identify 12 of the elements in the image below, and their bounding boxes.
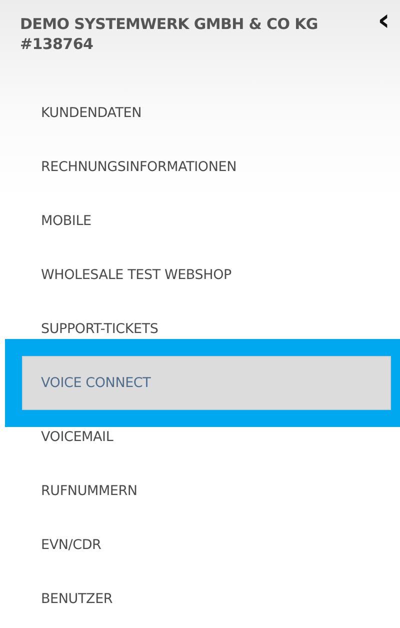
nav-item[interactable]: SUPPORT-TICKETS xyxy=(23,303,390,355)
nav-item[interactable]: MOBILE xyxy=(23,195,390,247)
nav-item[interactable]: EVN/CDR xyxy=(23,519,390,571)
nav-item[interactable]: VOICE CONNECT xyxy=(23,357,390,409)
nav-item[interactable]: WHOLESALE TEST WEBSHOP xyxy=(23,249,390,301)
nav-item[interactable]: RECHNUNGSINFORMATIONEN xyxy=(23,141,390,193)
nav-item[interactable]: RUFNUMMERN xyxy=(23,465,390,517)
collapse-button[interactable]: ‹ xyxy=(378,10,390,32)
nav-item[interactable]: KUNDENDATEN xyxy=(23,87,390,139)
nav-item[interactable]: BENUTZER xyxy=(23,573,390,625)
nav-item[interactable]: VOICEMAIL xyxy=(23,411,390,463)
company-title: DEMO SYSTEMWERK GMBH & CO KG #138764 xyxy=(20,14,319,54)
